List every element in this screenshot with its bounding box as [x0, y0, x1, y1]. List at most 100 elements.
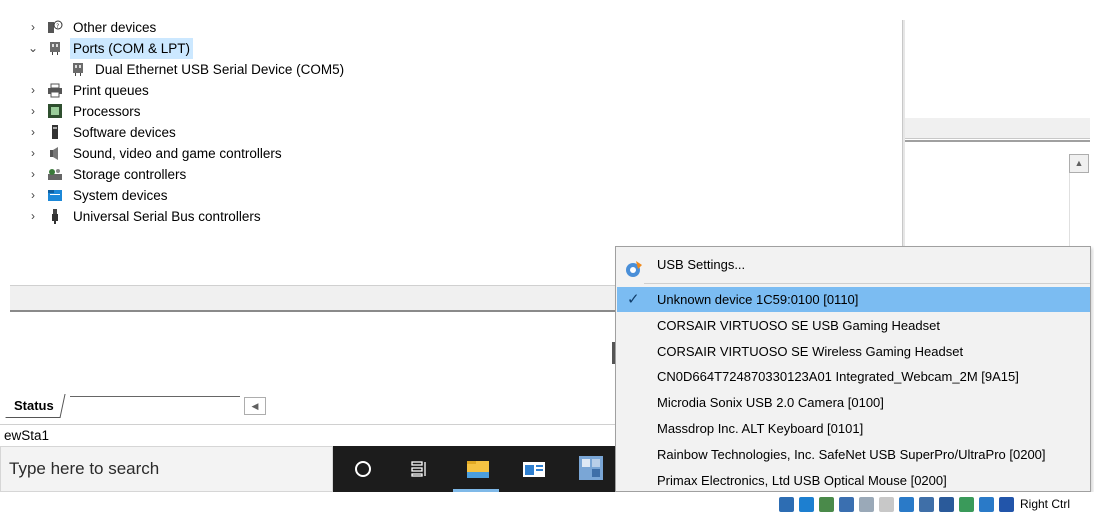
- tab-status-label: Status: [14, 398, 54, 413]
- tab-strip: Status ◀: [0, 394, 615, 420]
- tree-item-label: Dual Ethernet USB Serial Device (COM5): [95, 62, 345, 77]
- usb-settings-label: USB Settings...: [657, 257, 746, 272]
- chevron-right-icon[interactable]: ›: [27, 122, 39, 143]
- folder-icon: [47, 188, 63, 203]
- usb-device-label: Massdrop Inc. ALT Keyboard [0101]: [657, 421, 864, 436]
- unknown-device-icon: ?: [47, 20, 63, 35]
- usb-device-label: Rainbow Technologies, Inc. SafeNet USB S…: [657, 446, 1046, 462]
- chevron-right-icon[interactable]: ›: [27, 17, 39, 38]
- usb-device-menu-item[interactable]: Massdrop Inc. ALT Keyboard [0101]: [617, 416, 1090, 441]
- usb-device-menu-item[interactable]: Primax Electronics, Ltd USB Optical Mous…: [617, 468, 1090, 493]
- chevron-right-icon[interactable]: ›: [27, 185, 39, 206]
- folder-icon: [467, 461, 489, 478]
- tree-item[interactable]: › Software devices: [0, 122, 900, 143]
- file-explorer-button[interactable]: [453, 446, 499, 492]
- optical-drive-icon[interactable]: [799, 497, 814, 512]
- audio-icon[interactable]: [819, 497, 834, 512]
- recording-icon[interactable]: [939, 497, 954, 512]
- software-device-icon: [47, 125, 63, 140]
- app-window-icon: [523, 462, 545, 477]
- usb-devices-menu: USB Settings... ✓ Unknown device 1C59:010…: [615, 246, 1091, 492]
- tree-item-label: Ports (COM & LPT): [70, 38, 194, 59]
- tree-item-label: Print queues: [73, 83, 149, 98]
- tree-item-label: System devices: [73, 188, 168, 203]
- list-item-label: ewSta1: [4, 428, 50, 443]
- tree-item[interactable]: › Storage controllers: [0, 164, 900, 185]
- chevron-right-icon[interactable]: ›: [27, 80, 39, 101]
- virtualbox-button[interactable]: [567, 446, 613, 492]
- tree-item[interactable]: ⌄ Ports (COM & LPT): [0, 38, 900, 59]
- search-input[interactable]: [9, 447, 329, 491]
- tree-item-label: Sound, video and game controllers: [73, 146, 282, 161]
- device-tree: ›? Other devices ⌄ Ports (COM & LPT) Dual Et…: [0, 17, 900, 227]
- mouse-integration-icon[interactable]: [979, 497, 994, 512]
- chevron-right-icon[interactable]: ›: [27, 101, 39, 122]
- tree-item-label: Universal Serial Bus controllers: [73, 209, 261, 224]
- processor-icon: [47, 104, 63, 119]
- tree-item-label: Processors: [73, 104, 141, 119]
- chevron-right-icon[interactable]: ›: [27, 206, 39, 227]
- usb-icon[interactable]: [859, 497, 874, 512]
- tree-item[interactable]: › Universal Serial Bus controllers: [0, 206, 900, 227]
- usb-settings-icon: [626, 261, 642, 277]
- right-pane-divider: [905, 140, 1090, 154]
- usb-icon: [47, 209, 63, 224]
- tab-strip-line: [70, 396, 240, 397]
- printer-icon: [47, 83, 63, 98]
- usb-device-menu-item[interactable]: CORSAIR VIRTUOSO SE USB Gaming Headset: [617, 313, 1090, 338]
- chevron-right-icon[interactable]: ›: [27, 143, 39, 164]
- cpu-icon[interactable]: [959, 497, 974, 512]
- scroll-left-button[interactable]: ◀: [244, 397, 266, 415]
- chevron-down-icon[interactable]: ⌄: [27, 38, 39, 59]
- menu-separator: [644, 283, 1090, 284]
- speaker-icon: [47, 146, 63, 161]
- host-key-label: Right Ctrl: [1020, 497, 1071, 511]
- tree-item[interactable]: › Print queues: [0, 80, 900, 101]
- port-icon: [47, 41, 63, 56]
- shared-folders-icon[interactable]: [879, 497, 894, 512]
- cortana-circle-icon: [355, 461, 371, 477]
- window-toolbar-band: [10, 285, 615, 312]
- usb-device-menu-item[interactable]: ✓ Unknown device 1C59:0100 [0110]: [617, 287, 1090, 312]
- tree-item-label: Software devices: [73, 125, 176, 140]
- usb-device-label: Microdia Sonix USB 2.0 Camera [0100]: [657, 395, 884, 411]
- usb-device-menu-item[interactable]: Microdia Sonix USB 2.0 Camera [0100]: [617, 390, 1090, 415]
- tree-item[interactable]: › Processors: [0, 101, 900, 122]
- horizontal-scrollbar-track[interactable]: [266, 397, 615, 415]
- checkmark-icon: ✓: [627, 291, 640, 308]
- usb-device-menu-item[interactable]: CN0D664T724870330123A01 Integrated_Webca…: [617, 364, 1090, 389]
- video-capture-icon[interactable]: [919, 497, 934, 512]
- tree-item[interactable]: Dual Ethernet USB Serial Device (COM5): [0, 59, 900, 80]
- virtualbox-icon: [579, 456, 603, 480]
- tree-item[interactable]: ›? Other devices: [0, 17, 900, 38]
- list-item[interactable]: ewSta1: [0, 424, 615, 446]
- usb-device-label: CN0D664T724870330123A01 Integrated_Webca…: [657, 369, 1019, 385]
- tab-status[interactable]: Status: [5, 394, 66, 418]
- scroll-up-button[interactable]: ▲: [1069, 154, 1089, 173]
- usb-device-menu-item[interactable]: CORSAIR VIRTUOSO SE Wireless Gaming Head…: [617, 339, 1090, 364]
- hard-disk-icon[interactable]: [779, 497, 794, 512]
- taskbar: [333, 446, 615, 492]
- cortana-button[interactable]: [339, 446, 385, 492]
- task-view-button[interactable]: [395, 446, 441, 492]
- display-icon[interactable]: [899, 497, 914, 512]
- chevron-right-icon[interactable]: ›: [27, 164, 39, 185]
- vertical-scrollbar-track[interactable]: [1069, 173, 1089, 248]
- usb-device-menu-item[interactable]: Rainbow Technologies, Inc. SafeNet USB S…: [617, 442, 1090, 467]
- keyboard-icon[interactable]: [999, 497, 1014, 512]
- tree-item[interactable]: › System devices: [0, 185, 900, 206]
- task-view-icon: [411, 461, 426, 477]
- app-window-button[interactable]: [509, 446, 555, 492]
- svg-text:?: ?: [56, 23, 59, 30]
- tree-item-label: Other devices: [73, 20, 157, 35]
- right-pane-header: [905, 118, 1090, 139]
- storage-icon: [47, 167, 63, 182]
- tree-item-label: Storage controllers: [73, 167, 187, 182]
- usb-device-label: CORSAIR VIRTUOSO SE Wireless Gaming Head…: [657, 343, 964, 359]
- network-icon[interactable]: [839, 497, 854, 512]
- usb-device-label: Primax Electronics, Ltd USB Optical Mous…: [657, 472, 947, 488]
- taskbar-search-box[interactable]: [0, 446, 333, 492]
- tree-item[interactable]: › Sound, video and game controllers: [0, 143, 900, 164]
- port-icon: [70, 62, 86, 77]
- usb-settings-menu-item[interactable]: USB Settings...: [617, 252, 1090, 277]
